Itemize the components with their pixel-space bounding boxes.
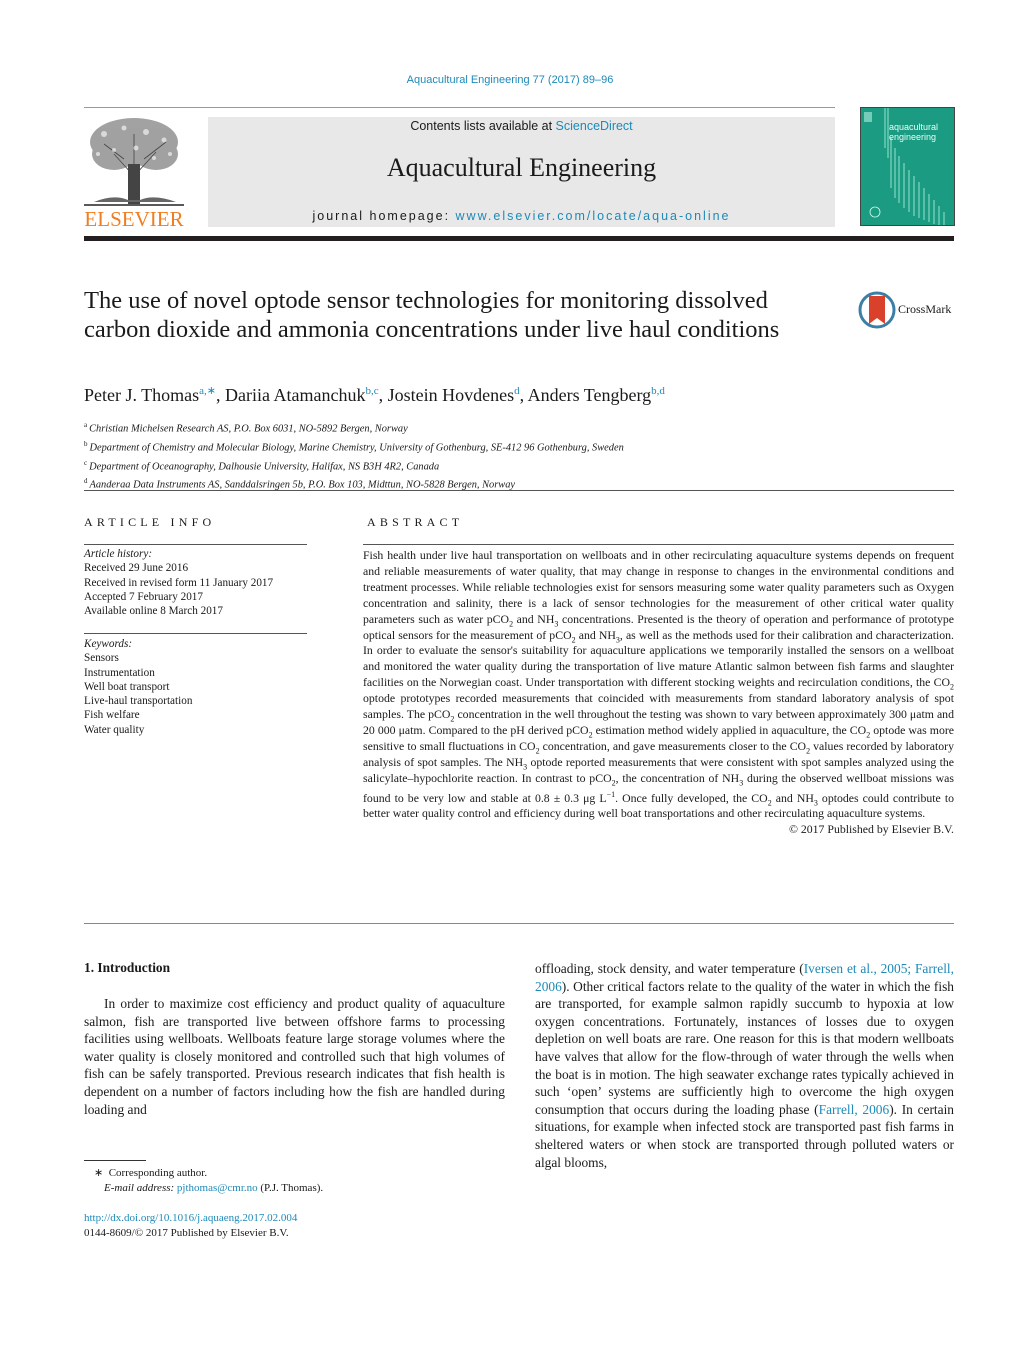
journal-cover: aquacultural engineering xyxy=(860,107,955,226)
cover-title: aquacultural engineering xyxy=(889,122,939,142)
abstract-body: Fish health under live haul transportati… xyxy=(363,548,954,822)
article-info-divider xyxy=(84,544,307,545)
crossmark-button[interactable]: CrossMark xyxy=(858,290,958,330)
keywords-divider xyxy=(84,633,307,634)
affiliations: a Christian Michelsen Research AS, P.O. B… xyxy=(84,418,624,493)
abstract-segment: −1 xyxy=(606,789,616,799)
keyword: Live-haul transportation xyxy=(84,695,193,708)
issn-line: 0144-8609/© 2017 Published by Elsevier B… xyxy=(84,1226,289,1239)
crossmark-icon xyxy=(858,291,896,329)
section-heading-introduction: 1. Introduction xyxy=(84,960,171,975)
journal-masthead: Contents lists available at ScienceDirec… xyxy=(208,117,835,227)
history-label: Article history: xyxy=(84,548,153,560)
keywords: Keywords: Sensors Instrumentation Well b… xyxy=(84,637,307,737)
author[interactable]: Anders Tengbergb,d xyxy=(528,385,665,405)
article-history: Article history: Received 29 June 2016 R… xyxy=(84,547,307,618)
header-thick-rule xyxy=(84,236,954,241)
keyword: Well boat transport xyxy=(84,680,170,693)
history-item: Available online 8 March 2017 xyxy=(84,605,223,618)
doi-link[interactable]: http://dx.doi.org/10.1016/j.aquaeng.2017… xyxy=(84,1212,297,1224)
doi-block: http://dx.doi.org/10.1016/j.aquaeng.2017… xyxy=(84,1211,297,1240)
homepage-link[interactable]: www.elsevier.com/locate/aqua-online xyxy=(456,209,731,223)
affiliation: b Department of Chemistry and Molecular B… xyxy=(84,439,624,454)
abstract-segment: , the concentration of NH xyxy=(615,770,740,785)
article-info-heading: ARTICLE INFO xyxy=(84,515,216,529)
author[interactable]: Peter J. Thomasa,∗ xyxy=(84,385,216,405)
keyword: Sensors xyxy=(84,652,119,665)
author-list: Peter J. Thomasa,∗, Dariia Atamanchukb,c… xyxy=(84,385,665,405)
keyword: Fish welfare xyxy=(84,709,140,722)
history-item: Accepted 7 February 2017 xyxy=(84,590,203,603)
intro-left-column: In order to maximize cost efficiency and… xyxy=(84,996,505,1117)
abstract-segment: estimation method widely applied in aqua… xyxy=(592,722,867,737)
sciencedirect-link[interactable]: ScienceDirect xyxy=(556,119,633,133)
abstract-segment: and NH xyxy=(575,627,616,642)
abstract-heading: ABSTRACT xyxy=(367,515,464,529)
journal-name: Aquacultural Engineering xyxy=(386,153,657,182)
contents-line: Contents lists available at ScienceDirec… xyxy=(410,119,633,133)
abstract-divider xyxy=(363,544,954,545)
corresponding-author-note: ∗ Corresponding author. E-mail address: … xyxy=(94,1167,324,1194)
abstract-end-divider xyxy=(84,923,954,924)
author-email-link[interactable]: pjthomas@cmr.no xyxy=(177,1182,258,1194)
abstract-segment: . Once fully developed, the CO xyxy=(615,790,768,805)
keyword: Water quality xyxy=(84,723,145,736)
abstract-segment: and NH xyxy=(513,611,555,626)
abstract-copyright: © 2017 Published by Elsevier B.V. xyxy=(788,822,954,837)
history-item: Received 29 June 2016 xyxy=(84,562,189,575)
elsevier-wordmark: ELSEVIER xyxy=(84,207,184,231)
intro-right-column: offloading, stock density, and water tem… xyxy=(535,961,955,1170)
journal-citation[interactable]: Aquacultural Engineering 77 (2017) 89–96 xyxy=(0,74,1020,86)
header-divider xyxy=(84,107,835,108)
affiliations-divider xyxy=(84,490,954,491)
abstract-text: Fish health under live haul transportati… xyxy=(363,548,954,838)
keywords-label: Keywords: xyxy=(84,638,133,650)
affiliation: c Department of Oceanography, Dalhousie U… xyxy=(84,458,440,472)
journal-homepage: journal homepage: www.elsevier.com/locat… xyxy=(312,209,731,223)
elsevier-logo: ELSEVIER xyxy=(84,114,184,230)
abstract-segment: and NH xyxy=(771,790,814,805)
author[interactable]: Dariia Atamanchukb,c xyxy=(225,385,379,405)
tree-icon xyxy=(84,118,184,206)
crossmark-label: CrossMark xyxy=(898,302,952,316)
reference-link[interactable]: Farrell, 2006 xyxy=(819,1102,890,1117)
affiliation: a Christian Michelsen Research AS, P.O. B… xyxy=(84,421,408,435)
keyword: Instrumentation xyxy=(84,666,155,679)
history-item: Received in revised form 11 January 2017 xyxy=(84,576,274,589)
author[interactable]: Jostein Hovdenesd xyxy=(388,385,520,405)
article-title: The use of novel optode sensor technolog… xyxy=(84,287,780,343)
abstract-segment: concentration, and gave measurements clo… xyxy=(539,738,807,753)
footnote-divider xyxy=(84,1160,146,1161)
